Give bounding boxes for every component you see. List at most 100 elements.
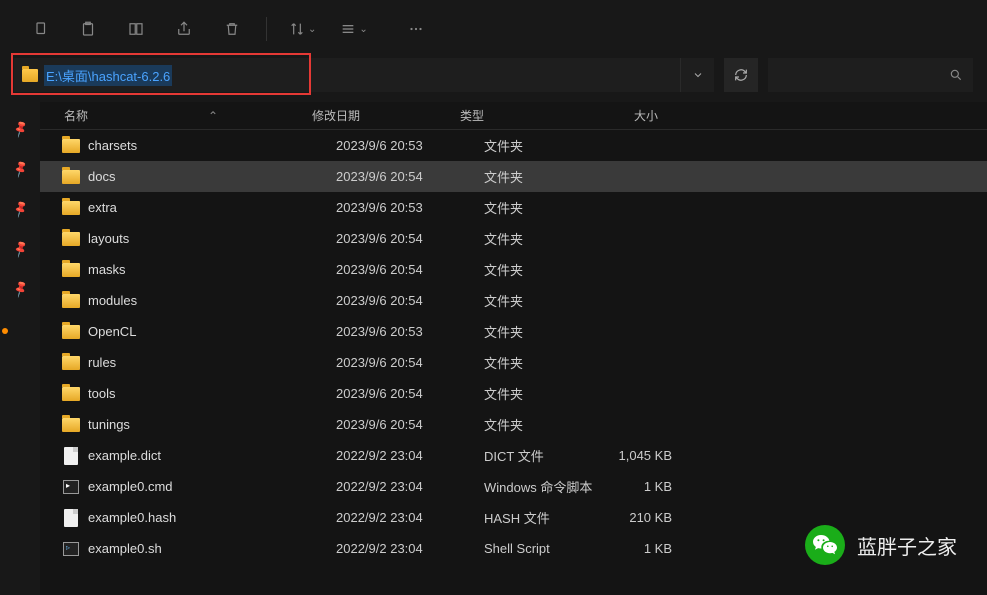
file-name: example0.sh bbox=[88, 541, 336, 556]
header-date[interactable]: 修改日期 bbox=[312, 107, 460, 124]
file-row[interactable]: example0.cmd2022/9/2 23:04Windows 命令脚本1 … bbox=[40, 471, 987, 502]
header-name[interactable]: 名称⌃ bbox=[64, 107, 312, 124]
folder-icon bbox=[54, 418, 88, 432]
file-type: 文件夹 bbox=[484, 415, 602, 434]
file-size: 1 KB bbox=[602, 479, 672, 494]
pin-icon[interactable]: 📌 bbox=[10, 199, 30, 219]
file-icon bbox=[54, 447, 88, 465]
file-name: tools bbox=[88, 386, 336, 401]
file-date: 2022/9/2 23:04 bbox=[336, 479, 484, 494]
copy-icon[interactable] bbox=[20, 9, 60, 49]
file-type: 文件夹 bbox=[484, 260, 602, 279]
file-type: 文件夹 bbox=[484, 167, 602, 186]
folder-icon bbox=[54, 356, 88, 370]
folder-icon bbox=[54, 170, 88, 184]
file-date: 2023/9/6 20:54 bbox=[336, 417, 484, 432]
file-name: modules bbox=[88, 293, 336, 308]
share-icon[interactable] bbox=[164, 9, 204, 49]
file-date: 2023/9/6 20:53 bbox=[336, 200, 484, 215]
file-row[interactable]: layouts2023/9/6 20:54文件夹 bbox=[40, 223, 987, 254]
file-size: 1 KB bbox=[602, 541, 672, 556]
file-size: 210 KB bbox=[602, 510, 672, 525]
path-chip[interactable]: E:\桌面\hashcat-6.2.6 bbox=[14, 58, 180, 92]
file-name: masks bbox=[88, 262, 336, 277]
file-date: 2023/9/6 20:53 bbox=[336, 138, 484, 153]
column-headers[interactable]: 名称⌃ 修改日期 类型 大小 bbox=[40, 102, 987, 130]
file-type: 文件夹 bbox=[484, 229, 602, 248]
file-date: 2023/9/6 20:54 bbox=[336, 355, 484, 370]
file-row[interactable]: tools2023/9/6 20:54文件夹 bbox=[40, 378, 987, 409]
file-date: 2023/9/6 20:54 bbox=[336, 231, 484, 246]
file-name: example0.hash bbox=[88, 510, 336, 525]
folder-icon bbox=[54, 263, 88, 277]
file-row[interactable]: docs2023/9/6 20:54文件夹 bbox=[40, 161, 987, 192]
file-row[interactable]: rules2023/9/6 20:54文件夹 bbox=[40, 347, 987, 378]
sidebar: 📌 📌 📌 📌 📌 bbox=[0, 102, 40, 595]
indicator-dot bbox=[2, 328, 8, 334]
file-size: 1,045 KB bbox=[602, 448, 672, 463]
file-date: 2023/9/6 20:54 bbox=[336, 262, 484, 277]
file-date: 2022/9/2 23:04 bbox=[336, 541, 484, 556]
refresh-button[interactable] bbox=[724, 58, 758, 92]
file-row[interactable]: extra2023/9/6 20:53文件夹 bbox=[40, 192, 987, 223]
file-type: DICT 文件 bbox=[484, 446, 602, 465]
sort-arrow-icon: ⌃ bbox=[208, 109, 218, 123]
file-type: Shell Script bbox=[484, 541, 602, 556]
paste-icon[interactable] bbox=[68, 9, 108, 49]
pin-icon[interactable]: 📌 bbox=[10, 279, 30, 299]
folder-icon bbox=[54, 294, 88, 308]
folder-icon bbox=[54, 387, 88, 401]
file-list: 名称⌃ 修改日期 类型 大小 charsets2023/9/6 20:53文件夹… bbox=[40, 102, 987, 595]
toolbar: ⌄ ⌄ bbox=[0, 0, 987, 58]
file-row[interactable]: modules2023/9/6 20:54文件夹 bbox=[40, 285, 987, 316]
pin-icon[interactable]: 📌 bbox=[10, 119, 30, 139]
address-row: E:\桌面\hashcat-6.2.6 bbox=[0, 58, 987, 102]
address-bar[interactable]: E:\桌面\hashcat-6.2.6 bbox=[14, 58, 714, 92]
search-icon bbox=[949, 68, 963, 82]
sort-button[interactable]: ⌄ bbox=[281, 15, 324, 43]
file-name: charsets bbox=[88, 138, 336, 153]
file-type: Windows 命令脚本 bbox=[484, 477, 602, 496]
file-type: 文件夹 bbox=[484, 353, 602, 372]
file-row[interactable]: OpenCL2023/9/6 20:53文件夹 bbox=[40, 316, 987, 347]
file-name: layouts bbox=[88, 231, 336, 246]
file-row[interactable]: masks2023/9/6 20:54文件夹 bbox=[40, 254, 987, 285]
search-box[interactable] bbox=[768, 58, 973, 92]
file-name: OpenCL bbox=[88, 324, 336, 339]
cmd-icon bbox=[54, 480, 88, 494]
header-size[interactable]: 大小 bbox=[578, 107, 658, 124]
sh-icon bbox=[54, 542, 88, 556]
wechat-icon bbox=[805, 525, 845, 565]
file-row[interactable]: example.dict2022/9/2 23:04DICT 文件1,045 K… bbox=[40, 440, 987, 471]
file-name: tunings bbox=[88, 417, 336, 432]
header-type[interactable]: 类型 bbox=[460, 107, 578, 124]
file-date: 2022/9/2 23:04 bbox=[336, 448, 484, 463]
file-date: 2023/9/6 20:54 bbox=[336, 169, 484, 184]
file-row[interactable]: charsets2023/9/6 20:53文件夹 bbox=[40, 130, 987, 161]
history-dropdown[interactable] bbox=[680, 58, 714, 92]
file-type: 文件夹 bbox=[484, 136, 602, 155]
file-date: 2023/9/6 20:53 bbox=[336, 324, 484, 339]
file-row[interactable]: tunings2023/9/6 20:54文件夹 bbox=[40, 409, 987, 440]
path-text[interactable]: E:\桌面\hashcat-6.2.6 bbox=[44, 65, 172, 86]
view-button[interactable]: ⌄ bbox=[332, 15, 375, 43]
file-icon bbox=[54, 509, 88, 527]
delete-icon[interactable] bbox=[212, 9, 252, 49]
watermark-text: 蓝胖子之家 bbox=[857, 531, 957, 560]
file-type: 文件夹 bbox=[484, 384, 602, 403]
file-date: 2022/9/2 23:04 bbox=[336, 510, 484, 525]
folder-icon bbox=[54, 139, 88, 153]
panel-icon[interactable] bbox=[116, 9, 156, 49]
separator bbox=[266, 17, 267, 41]
pin-icon[interactable]: 📌 bbox=[10, 239, 30, 259]
folder-icon bbox=[22, 69, 38, 82]
file-date: 2023/9/6 20:54 bbox=[336, 293, 484, 308]
file-date: 2023/9/6 20:54 bbox=[336, 386, 484, 401]
file-type: 文件夹 bbox=[484, 291, 602, 310]
pin-icon[interactable]: 📌 bbox=[10, 159, 30, 179]
file-type: 文件夹 bbox=[484, 198, 602, 217]
file-name: rules bbox=[88, 355, 336, 370]
more-icon[interactable] bbox=[396, 9, 436, 49]
folder-icon bbox=[54, 325, 88, 339]
file-name: docs bbox=[88, 169, 336, 184]
